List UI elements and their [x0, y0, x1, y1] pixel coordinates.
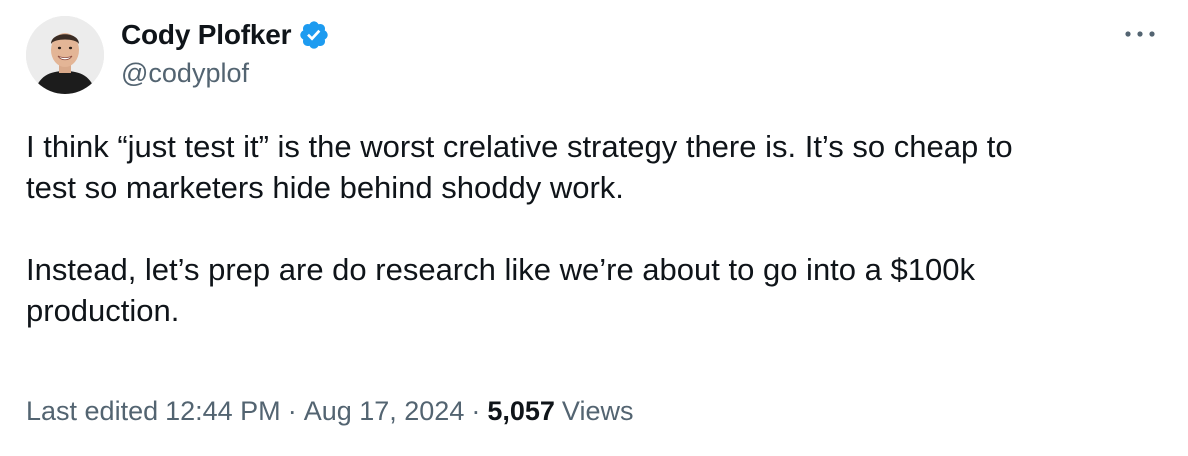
avatar[interactable]	[26, 16, 104, 94]
tweet-text-line: I think “just test it” is the worst crel…	[26, 129, 1013, 164]
profile-photo-icon	[26, 16, 104, 94]
tweet-meta: Last edited 12:44 PM · Aug 17, 2024 · 5,…	[26, 396, 633, 427]
tweet-text-line: production.	[26, 293, 180, 328]
more-horizontal-icon	[1125, 31, 1155, 37]
tweet: Cody Plofker @codyplof I think “just tes…	[0, 0, 1188, 456]
tweet-time[interactable]: 12:44 PM	[165, 396, 281, 427]
tweet-text-line: Instead, let’s prep are do research like…	[26, 252, 975, 287]
views-label: Views	[561, 396, 634, 426]
author-handle[interactable]: @codyplof	[121, 58, 249, 89]
author-name-row: Cody Plofker	[121, 17, 330, 53]
tweet-text-line: test so marketers hide behind shoddy wor…	[26, 170, 624, 205]
verified-badge-icon[interactable]	[298, 19, 330, 51]
views-count: 5,057	[487, 396, 555, 426]
tweet-date[interactable]: Aug 17, 2024	[304, 396, 465, 427]
tweet-text: I think “just test it” is the worst crel…	[26, 126, 1166, 331]
author-display-name[interactable]: Cody Plofker	[121, 19, 292, 51]
meta-separator: ·	[471, 396, 481, 426]
meta-separator: ·	[287, 396, 297, 426]
edited-label[interactable]: Last edited	[26, 396, 158, 427]
more-options-button[interactable]	[1120, 22, 1160, 46]
